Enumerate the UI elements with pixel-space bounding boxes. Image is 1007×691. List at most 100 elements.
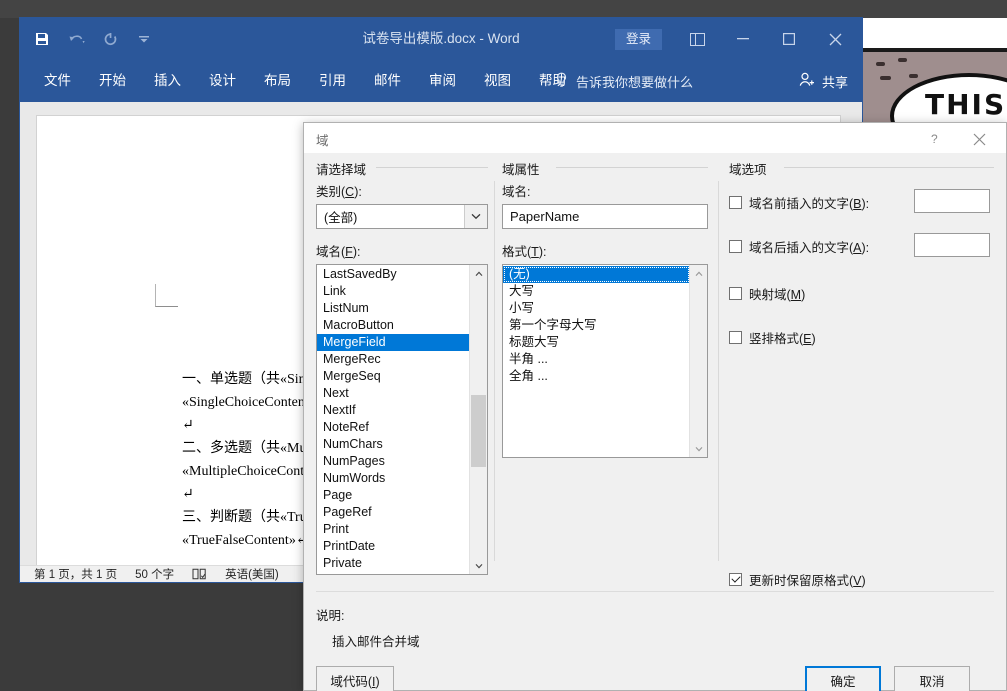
close-icon[interactable] [812, 18, 858, 60]
tell-me-label: 告诉我你想要做什么 [576, 74, 694, 90]
select-field-panel: 类别(C): (全部) 域名(F): LastSavedBy Link List… [316, 181, 488, 575]
ribbon-display-options-icon[interactable] [674, 18, 720, 60]
list-item[interactable]: Next [317, 385, 470, 402]
dialog-title-bar[interactable]: 域 ? [304, 123, 1006, 153]
list-item[interactable]: PrintDate [317, 538, 470, 555]
tab-file[interactable]: 文件 [30, 60, 85, 102]
list-item[interactable]: NextIf [317, 402, 470, 419]
list-item[interactable]: NumPages [317, 453, 470, 470]
list-item[interactable]: MacroButton [317, 317, 470, 334]
tab-view[interactable]: 视图 [470, 60, 525, 102]
help-question-icon[interactable]: ? [920, 127, 950, 151]
list-item[interactable]: Link [317, 283, 470, 300]
share-label: 共享 [821, 74, 848, 90]
ok-button[interactable]: 确定 [805, 666, 881, 691]
list-item[interactable]: 半角 ... [503, 351, 690, 368]
share-button[interactable]: 共享 [799, 60, 848, 102]
scroll-up-icon[interactable] [690, 265, 707, 282]
list-item[interactable]: 大写 [503, 283, 690, 300]
list-item[interactable]: Private [317, 555, 470, 572]
list-item-selected[interactable]: MergeField [317, 334, 470, 351]
redo-icon[interactable] [100, 29, 120, 49]
category-combobox[interactable]: (全部) [316, 204, 488, 229]
tab-insert[interactable]: 插入 [140, 60, 195, 102]
tab-review[interactable]: 审阅 [415, 60, 470, 102]
field-names-listbox[interactable]: LastSavedBy Link ListNum MacroButton Mer… [316, 264, 488, 575]
list-item[interactable]: NoteRef [317, 419, 470, 436]
tab-references[interactable]: 引用 [305, 60, 360, 102]
list-item[interactable]: LastSavedBy [317, 266, 470, 283]
checkbox-mapped-field[interactable] [729, 286, 742, 300]
list-item[interactable]: Page [317, 487, 470, 504]
format-scrollbar[interactable] [689, 265, 707, 457]
checkbox-text-before-field[interactable] [729, 195, 742, 209]
option-text-after-field[interactable]: 域名后插入的文字(A): [729, 233, 994, 257]
chevron-down-icon[interactable] [464, 205, 487, 228]
input-text-after-field[interactable] [914, 233, 990, 257]
field-names-scrollbar[interactable] [469, 265, 487, 574]
option-preserve-formatting[interactable]: 更新时保留原格式(V) [729, 569, 994, 589]
minimize-icon[interactable] [720, 18, 766, 60]
scroll-down-icon[interactable] [690, 440, 707, 457]
status-word-count[interactable]: 50 个字 [135, 566, 174, 582]
scroll-down-icon[interactable] [470, 557, 487, 574]
maximize-icon[interactable] [766, 18, 812, 60]
ribbon-tab-bar: 文件 开始 插入 设计 布局 引用 邮件 审阅 视图 帮助 告诉我你想要做什么 [20, 60, 862, 102]
checkbox-text-after-field[interactable] [729, 239, 742, 253]
field-dialog: 域 ? 请选择域 类别(C): (全部) 域名(F): LastSavedBy … [303, 122, 1007, 691]
tell-me-search[interactable]: 告诉我你想要做什么 [555, 60, 693, 102]
wallpaper-speck [909, 74, 918, 78]
list-item[interactable]: NumWords [317, 470, 470, 487]
category-value: (全部) [324, 211, 358, 225]
tab-design[interactable]: 设计 [195, 60, 250, 102]
tab-home[interactable]: 开始 [85, 60, 140, 102]
list-item[interactable]: 小写 [503, 300, 690, 317]
save-icon[interactable] [32, 29, 52, 49]
list-item[interactable]: Print [317, 521, 470, 538]
list-item[interactable]: 全角 ... [503, 368, 690, 385]
proofing-errors-icon[interactable] [192, 568, 207, 580]
format-items: (无) 大写 小写 第一个字母大写 标题大写 半角 ... 全角 ... [503, 266, 690, 385]
list-item-selected[interactable]: (无) [503, 266, 690, 283]
tab-mailings[interactable]: 邮件 [360, 60, 415, 102]
list-item[interactable]: NumChars [317, 436, 470, 453]
list-item[interactable]: MergeSeq [317, 368, 470, 385]
status-language[interactable]: 英语(美国) [225, 566, 279, 582]
description-text: 插入邮件合并域 [332, 635, 420, 649]
tab-layout[interactable]: 布局 [250, 60, 305, 102]
list-item[interactable]: PageRef [317, 504, 470, 521]
list-item[interactable]: MergeRec [317, 351, 470, 368]
cancel-button[interactable]: 取消 [894, 666, 970, 691]
status-page-number[interactable]: 第 1 页，共 1 页 [34, 566, 117, 582]
list-item[interactable]: ListNum [317, 300, 470, 317]
wallpaper-speck [880, 76, 891, 80]
option-mapped-field[interactable]: 映射域(M) [729, 283, 994, 303]
undo-icon[interactable] [66, 29, 86, 49]
field-name-input[interactable]: PaperName [502, 204, 708, 229]
checkbox-vertical-format[interactable] [729, 330, 742, 344]
option-text-before-field[interactable]: 域名前插入的文字(B): [729, 189, 994, 213]
input-text-before-field[interactable] [914, 189, 990, 213]
field-names-label: 域名(F): [316, 245, 361, 259]
format-listbox[interactable]: (无) 大写 小写 第一个字母大写 标题大写 半角 ... 全角 ... [502, 264, 708, 458]
scroll-up-icon[interactable] [470, 265, 487, 282]
category-label: 类别(C): [316, 185, 362, 199]
customize-qat-icon[interactable] [134, 29, 154, 49]
field-options-panel: 域名前插入的文字(B): 域名后插入的文字(A): 映射域(M) 竖排格式(E) [729, 181, 994, 589]
ribbon-tabs: 文件 开始 插入 设计 布局 引用 邮件 审阅 视图 帮助 [30, 60, 580, 102]
checkbox-preserve-formatting[interactable] [729, 572, 742, 586]
list-item[interactable]: 第一个字母大写 [503, 317, 690, 334]
svg-text:?: ? [931, 132, 938, 146]
group-label-field-properties: 域属性 [502, 159, 546, 178]
margin-corner-marker [155, 284, 178, 307]
close-icon[interactable] [962, 127, 996, 151]
list-item[interactable]: 标题大写 [503, 334, 690, 351]
option-vertical-format[interactable]: 竖排格式(E) [729, 327, 994, 347]
scrollbar-thumb[interactable] [471, 395, 486, 467]
sign-in-button[interactable]: 登录 [614, 29, 662, 50]
format-label: 格式(T): [502, 245, 547, 259]
word-title-bar[interactable]: 试卷导出模版.docx - Word 登录 [20, 18, 862, 60]
group-label-field-options: 域选项 [729, 159, 773, 178]
field-codes-button[interactable]: 域代码(I) [316, 666, 394, 691]
field-name-value: PaperName [510, 209, 580, 224]
